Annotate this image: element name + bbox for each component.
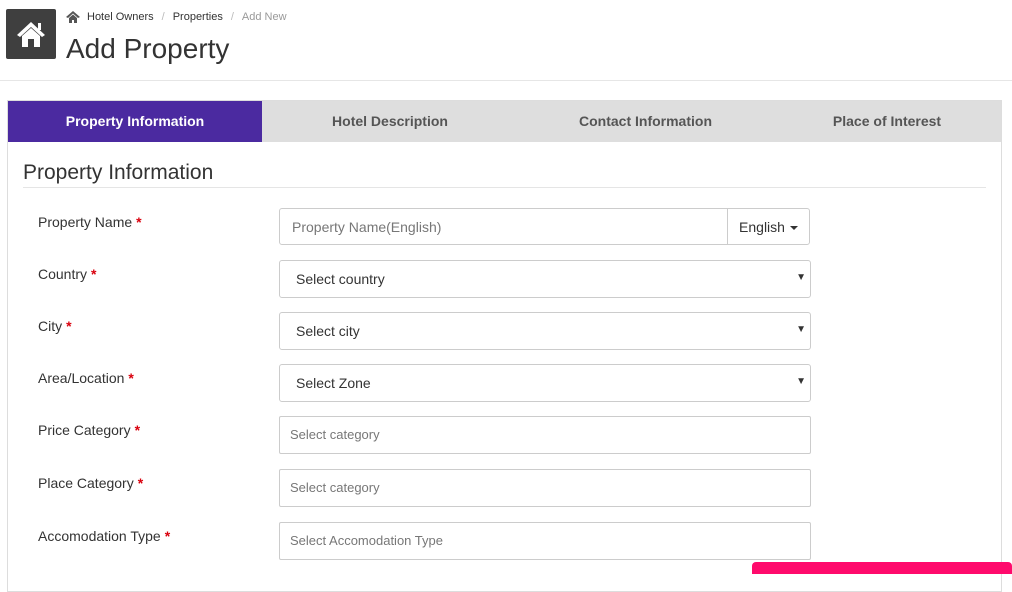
price-category-label-text: Price Category [38, 422, 131, 438]
breadcrumb-hotel-owners[interactable]: Hotel Owners [87, 11, 154, 23]
required-marker: * [136, 214, 142, 230]
city-select[interactable]: Select city ▼ [279, 312, 811, 350]
chevron-down-icon: ▼ [796, 376, 806, 387]
chevron-down-icon: ▼ [796, 272, 806, 283]
floating-action-bar[interactable] [752, 562, 1012, 574]
language-label: English [739, 218, 785, 235]
required-marker: * [91, 266, 97, 282]
property-form-panel: Property Information Hotel Description C… [7, 100, 1002, 592]
country-select-value: Select country [296, 271, 385, 287]
breadcrumb-current: Add New [241, 11, 287, 23]
country-select[interactable]: Select country ▼ [279, 260, 811, 298]
accommodation-type-placeholder: Select Accomodation Type [290, 533, 443, 548]
accommodation-type-label: Accomodation Type * [38, 528, 170, 544]
home-icon [17, 22, 45, 47]
required-marker: * [137, 475, 144, 491]
area-location-select[interactable]: Select Zone ▼ [279, 364, 811, 402]
section-divider [23, 187, 986, 188]
tab-contact-information[interactable]: Contact Information [518, 101, 773, 142]
tab-hotel-description[interactable]: Hotel Description [262, 101, 518, 142]
breadcrumb: Hotel Owners / Properties / Add New [66, 10, 287, 24]
breadcrumb-properties[interactable]: Properties [173, 11, 223, 23]
place-category-select[interactable]: Select category [279, 469, 811, 507]
place-category-label-text: Place Category [38, 475, 134, 491]
tab-place-of-interest[interactable]: Place of Interest [773, 101, 1001, 142]
price-category-placeholder: Select category [290, 427, 380, 442]
tab-property-information[interactable]: Property Information [8, 101, 262, 142]
breadcrumb-separator: / [161, 11, 165, 23]
country-label: Country * [38, 266, 96, 282]
breadcrumb-home-icon[interactable] [66, 10, 80, 24]
area-location-label: Area/Location * [38, 370, 134, 386]
city-select-value: Select city [296, 323, 360, 339]
price-category-label: Price Category * [38, 422, 140, 438]
page-header: Hotel Owners / Properties / Add New Add … [0, 0, 1012, 81]
place-category-placeholder: Select category [290, 480, 380, 495]
property-name-label-text: Property Name [38, 214, 133, 230]
caret-down-icon [789, 225, 798, 230]
accommodation-type-label-text: Accomodation Type [38, 528, 161, 544]
area-location-label-text: Area/Location [38, 370, 125, 386]
accommodation-type-select[interactable]: Select Accomodation Type [279, 522, 811, 560]
country-label-text: Country [38, 266, 88, 282]
section-title: Property Information [23, 161, 214, 184]
required-marker: * [164, 528, 171, 544]
breadcrumb-separator: / [230, 11, 234, 23]
area-location-select-value: Select Zone [296, 375, 371, 391]
required-marker: * [134, 422, 141, 438]
chevron-down-icon: ▼ [796, 324, 806, 335]
form-tabs: Property Information Hotel Description C… [8, 101, 1001, 142]
property-name-label: Property Name * [38, 214, 142, 230]
language-dropdown-button[interactable]: English [727, 208, 810, 245]
required-marker: * [128, 370, 134, 386]
home-button[interactable] [6, 9, 56, 59]
property-name-input[interactable] [279, 208, 728, 245]
city-label: City * [38, 318, 72, 334]
price-category-select[interactable]: Select category [279, 416, 811, 454]
page-title: Add Property [66, 33, 230, 64]
city-label-text: City [38, 318, 63, 334]
place-category-label: Place Category * [38, 475, 143, 491]
required-marker: * [66, 318, 72, 334]
